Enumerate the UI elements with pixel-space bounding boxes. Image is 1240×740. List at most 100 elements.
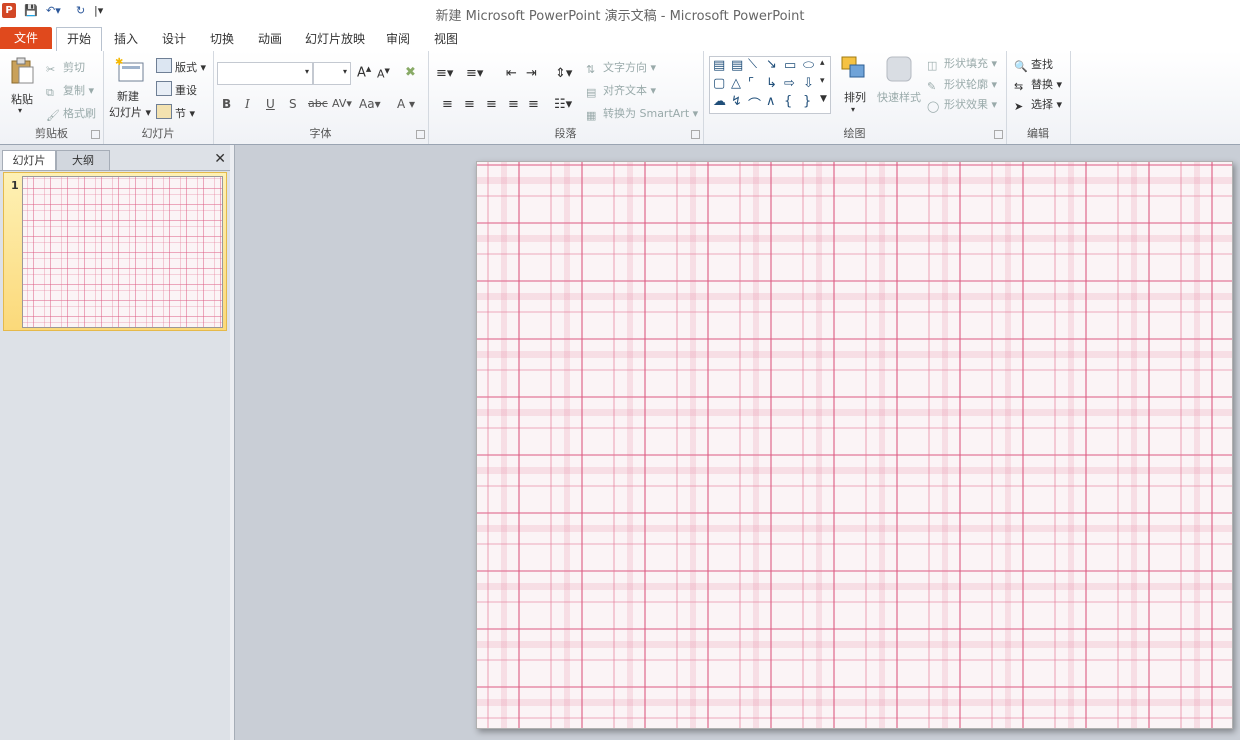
copy-button[interactable]: ⧉ 复制 ▾ (46, 82, 94, 99)
oval-shape-icon[interactable]: ⬭ (803, 58, 814, 73)
right-arrow-shape-icon[interactable]: ⇨ (784, 76, 795, 91)
textbox-shape-icon[interactable]: ▤ (713, 58, 725, 73)
tab-animations[interactable]: 动画 (248, 28, 292, 50)
distribute-icon[interactable]: ≡ (528, 97, 539, 112)
curve-shape-icon[interactable]: ∧ (766, 94, 776, 109)
vertical-textbox-shape-icon[interactable]: ▤ (731, 58, 743, 73)
font-name-dropdown[interactable]: ▾ (217, 62, 313, 85)
shape-effects-button[interactable]: ◯ 形状效果 ▾ (927, 96, 997, 113)
drawing-launcher-icon[interactable] (994, 130, 1003, 139)
slides-label: 幻灯片 (141, 127, 175, 140)
decrease-indent-icon[interactable]: ⇤ (506, 66, 517, 81)
quick-styles-icon[interactable] (885, 55, 913, 88)
tab-slideshow[interactable]: 幻灯片放映 (298, 28, 372, 50)
bullets-icon[interactable]: ≡▾ (436, 66, 453, 81)
arrange-dropdown-icon[interactable]: ▾ (851, 105, 855, 114)
font-color-button[interactable]: A ▾ (397, 97, 415, 111)
reset-icon (156, 81, 172, 96)
slide-thumbnail[interactable]: 1 (3, 172, 227, 331)
change-case-button[interactable]: Aa▾ (359, 97, 381, 111)
justify-icon[interactable]: ≡ (508, 97, 519, 112)
font-name-dropdown-icon: ▾ (304, 67, 309, 76)
tab-home[interactable]: 开始 (56, 27, 102, 53)
align-text-button[interactable]: ▤ 对齐文本 ▾ (586, 82, 656, 99)
align-left-icon[interactable]: ≡ (442, 97, 453, 112)
lightning-shape-icon[interactable]: ↯ (731, 94, 742, 109)
tab-file[interactable]: 文件 (0, 27, 52, 49)
replace-button[interactable]: ⇆ 替换 ▾ (1014, 76, 1062, 93)
text-direction-button[interactable]: ⇅ 文字方向 ▾ (586, 59, 656, 76)
arrange-icon[interactable] (840, 55, 868, 86)
find-button[interactable]: 🔍 查找 (1014, 56, 1053, 73)
elbow-arrow-shape-icon[interactable]: ↳ (766, 76, 777, 91)
slide-canvas[interactable] (476, 161, 1233, 729)
columns-icon[interactable]: ☷▾ (554, 97, 572, 112)
line-shape-icon[interactable]: ⟍ (748, 57, 757, 72)
align-right-icon[interactable]: ≡ (486, 97, 497, 112)
format-painter-button[interactable]: 🖌 格式刷 (46, 105, 96, 122)
new-slide-label-1[interactable]: 新建 (117, 88, 139, 104)
new-slide-icon[interactable]: ✱ (115, 56, 145, 87)
layout-icon (156, 58, 172, 73)
close-icon[interactable]: ✕ (214, 151, 226, 167)
cut-button[interactable]: ✂ 剪切 (46, 59, 85, 76)
align-text-icon: ▤ (586, 86, 597, 99)
arrange-button[interactable]: 排列 (844, 89, 866, 105)
italic-button[interactable]: I (245, 97, 250, 111)
grow-font-button[interactable]: A▲ (357, 65, 371, 80)
quick-styles-button[interactable]: 快速样式 (877, 89, 921, 105)
copy-icon: ⧉ (46, 86, 54, 99)
new-slide-button[interactable]: 幻灯片 ▾ (109, 104, 151, 120)
triangle-shape-icon[interactable]: △ (731, 76, 741, 91)
tab-review[interactable]: 审阅 (376, 28, 420, 50)
paragraph-launcher-icon[interactable] (691, 130, 700, 139)
drawing-group: ▤ ▤ ⟍ ↘ ▭ ⬭ ▢ △ ⌜ ↳ ⇨ ⇩ ☁ ↯ ⌒ ∧ { } ▴ ▾ … (703, 51, 1007, 144)
gallery-more-icon[interactable]: ▼ (820, 94, 827, 104)
tab-outline-pane[interactable]: 大纲 (56, 150, 110, 170)
gallery-scroll-down-icon[interactable]: ▾ (820, 76, 825, 86)
shape-fill-button[interactable]: ◫ 形状填充 ▾ (927, 55, 997, 72)
paste-button[interactable]: 粘贴 (11, 91, 33, 107)
shape-outline-button[interactable]: ✎ 形状轮廓 ▾ (927, 76, 997, 93)
convert-smartart-button[interactable]: ▦ 转换为 SmartArt ▾ (586, 105, 698, 122)
down-arrow-shape-icon[interactable]: ⇩ (803, 76, 814, 91)
rounded-rect-shape-icon[interactable]: ▢ (713, 76, 725, 91)
font-launcher-icon[interactable] (416, 130, 425, 139)
layout-button[interactable]: 版式 ▾ (156, 58, 206, 75)
section-button[interactable]: 节 ▾ (156, 104, 195, 121)
tab-view[interactable]: 视图 (424, 28, 468, 50)
paste-icon[interactable] (8, 57, 36, 87)
slide-thumbnail-image (22, 176, 223, 328)
underline-button[interactable]: U (266, 97, 275, 111)
reset-button[interactable]: 重设 (156, 81, 197, 98)
line-spacing-icon[interactable]: ⇕▾ (555, 66, 572, 81)
bold-button[interactable]: B (222, 97, 231, 111)
shapes-gallery[interactable]: ▤ ▤ ⟍ ↘ ▭ ⬭ ▢ △ ⌜ ↳ ⇨ ⇩ ☁ ↯ ⌒ ∧ { } ▴ ▾ … (709, 56, 831, 114)
right-brace-shape-icon[interactable]: } (803, 94, 811, 109)
cloud-shape-icon[interactable]: ☁ (713, 94, 726, 109)
char-spacing-button[interactable]: AV▾ (332, 97, 352, 110)
font-size-dropdown[interactable]: ▾ (313, 62, 351, 85)
paste-dropdown-icon[interactable]: ▾ (18, 106, 22, 115)
tab-insert[interactable]: 插入 (104, 28, 148, 50)
arc-shape-icon[interactable]: ⌒ (748, 94, 761, 113)
shadow-button[interactable]: S (289, 97, 297, 111)
left-brace-shape-icon[interactable]: { (784, 94, 792, 109)
numbering-icon[interactable]: ≡▾ (466, 66, 483, 81)
strikethrough-button[interactable]: abc (308, 97, 328, 110)
select-button[interactable]: ➤ 选择 ▾ (1014, 96, 1062, 113)
connector-shape-icon[interactable]: ⌜ (748, 76, 754, 91)
rectangle-shape-icon[interactable]: ▭ (784, 58, 796, 73)
tab-design[interactable]: 设计 (152, 28, 196, 50)
align-center-icon[interactable]: ≡ (464, 97, 475, 112)
gallery-scroll-up-icon[interactable]: ▴ (820, 58, 825, 68)
scissors-icon: ✂ (46, 63, 56, 76)
increase-indent-icon[interactable]: ⇥ (526, 66, 537, 81)
tab-slides-pane[interactable]: 幻灯片 (2, 150, 56, 170)
pane-tabs: 幻灯片 大纲 ✕ (0, 148, 230, 171)
arrow-line-shape-icon[interactable]: ↘ (766, 57, 777, 72)
tab-transitions[interactable]: 切换 (200, 28, 244, 50)
shrink-font-button[interactable]: A▼ (377, 67, 390, 81)
clear-format-icon[interactable]: ✖ (405, 65, 416, 80)
clipboard-launcher-icon[interactable] (91, 130, 100, 139)
